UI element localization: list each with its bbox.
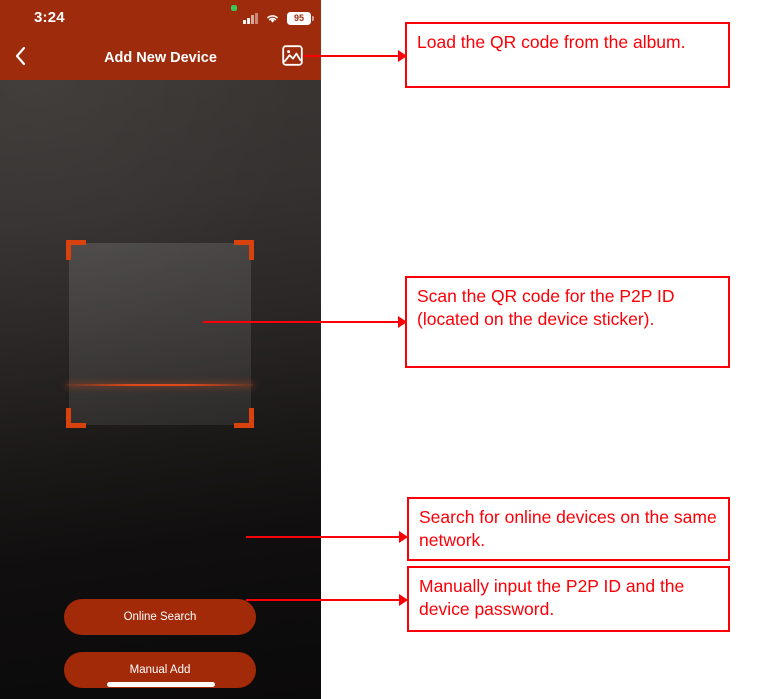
arrow-shaft xyxy=(246,536,401,539)
arrow-head-icon xyxy=(398,316,407,328)
screenshot-root: 3:24 95 Add New Device Online Search Man… xyxy=(0,0,775,699)
camera-preview: Online Search Manual Add xyxy=(0,80,321,699)
page-title: Add New Device xyxy=(104,50,217,66)
annotation-arrow xyxy=(303,50,407,62)
status-bar-icons: 95 xyxy=(243,12,314,25)
scan-line xyxy=(67,384,253,386)
annotation-arrow xyxy=(246,531,408,543)
battery-icon: 95 xyxy=(287,12,314,25)
status-bar: 3:24 95 xyxy=(0,0,321,36)
annotation-callout: Search for online devices on the same ne… xyxy=(407,497,730,561)
arrow-head-icon xyxy=(399,531,408,543)
qr-scan-frame xyxy=(66,240,254,428)
annotation-callout: Scan the QR code for the P2P ID (located… xyxy=(405,276,730,368)
arrow-shaft xyxy=(203,321,400,324)
frame-corner-top-right-icon xyxy=(234,240,254,260)
frame-corner-top-left-icon xyxy=(66,240,86,260)
annotation-callout: Load the QR code from the album. xyxy=(405,22,730,88)
frame-corner-bottom-left-icon xyxy=(66,408,86,428)
cellular-signal-icon xyxy=(243,12,258,24)
home-indicator[interactable] xyxy=(106,682,215,687)
photo-album-icon xyxy=(281,45,303,71)
green-privacy-dot-icon xyxy=(231,5,237,11)
arrow-shaft xyxy=(303,55,400,58)
annotation-callout: Manually input the P2P ID and the device… xyxy=(407,566,730,632)
frame-corner-bottom-right-icon xyxy=(234,408,254,428)
battery-level-label: 95 xyxy=(293,12,304,23)
status-bar-clock: 3:24 xyxy=(34,9,65,26)
arrow-shaft xyxy=(246,599,401,602)
annotation-arrow xyxy=(246,594,408,606)
arrow-head-icon xyxy=(398,50,407,62)
nav-bar: Add New Device xyxy=(0,36,321,80)
arrow-head-icon xyxy=(399,594,408,606)
wifi-icon xyxy=(265,13,280,24)
annotation-arrow xyxy=(203,316,407,328)
online-search-button[interactable]: Online Search xyxy=(64,599,256,635)
